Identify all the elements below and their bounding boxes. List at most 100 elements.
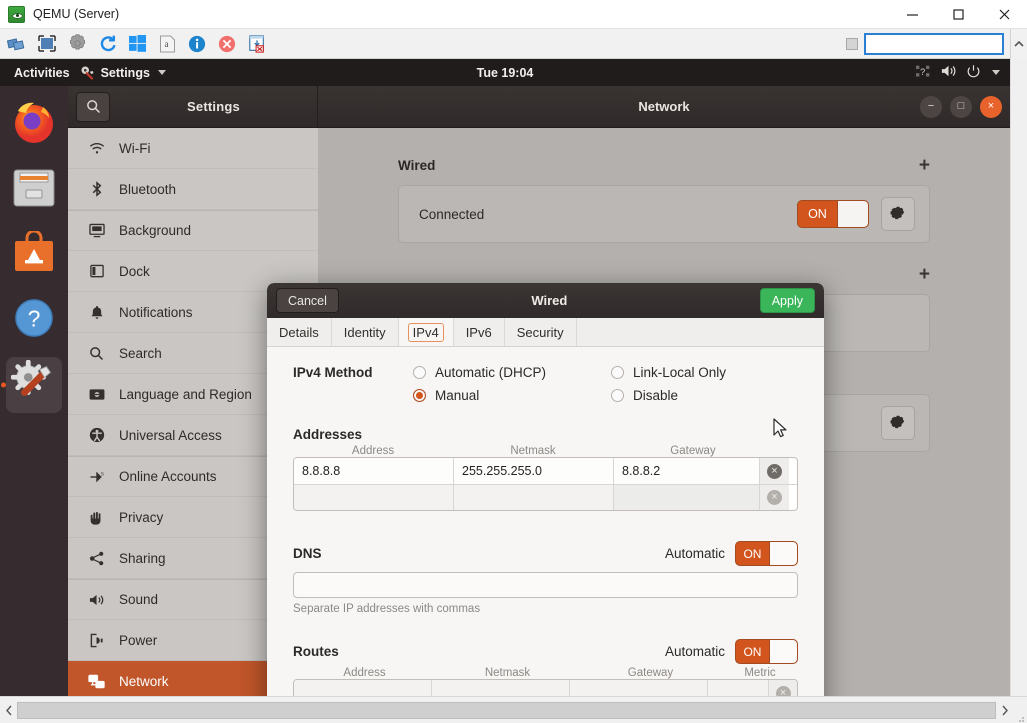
host-window-controls [889,0,1027,29]
close-red-icon[interactable] [214,32,240,56]
radio-automatic-dhcp[interactable]: Automatic (DHCP) [413,365,611,380]
settings-maximize-button[interactable]: □ [950,96,972,118]
host-maximize-button[interactable] [935,0,981,29]
table-row: × [294,484,797,510]
toolbar-small-box[interactable] [846,38,858,50]
host-title-group: QEMU (Server) [0,6,889,23]
toggle-knob [769,542,797,565]
dock-icon [88,264,105,279]
settings-gear-icon[interactable] [64,32,90,56]
text-page-icon[interactable]: a [154,32,180,56]
power-icon [966,64,981,82]
accessibility-icon [88,427,105,443]
col-header-gateway: Gateway [579,667,722,679]
gateway-cell[interactable] [614,485,760,511]
scroll-right-arrow-icon[interactable] [996,697,1013,723]
search-button[interactable] [76,92,110,122]
route-gateway-cell[interactable] [570,680,708,696]
col-header-address: Address [293,445,453,457]
wired-connection-row[interactable]: Connected ON [398,185,930,243]
netmask-cell[interactable] [454,485,614,511]
volume-icon [940,64,957,81]
connection-toggle[interactable]: ON [797,200,869,228]
dock-item-help[interactable]: ? [6,292,62,348]
settings-close-button[interactable]: × [980,96,1002,118]
delete-route-button[interactable]: × [769,680,797,696]
table-row: × [294,680,797,696]
address-cell[interactable]: 8.8.8.8 [294,458,454,484]
tab-details[interactable]: Details [267,318,332,346]
dock-item-ubuntu-software[interactable] [6,227,62,283]
radio-disable[interactable]: Disable [611,388,726,403]
radio-label: Disable [633,388,678,403]
host-window-title: QEMU (Server) [33,7,119,21]
settings-window-controls: − □ × [920,96,1010,118]
scrollbar-thumb[interactable] [17,702,996,719]
host-address-entry[interactable] [864,33,1004,55]
system-tray[interactable]: ? [916,64,1010,82]
windows-icon[interactable] [124,32,150,56]
svg-text:a: a [164,39,168,49]
fullscreen-icon[interactable] [34,32,60,56]
sidebar-item-bluetooth[interactable]: Bluetooth [68,169,318,210]
tab-security[interactable]: Security [505,318,577,346]
app-menu-button[interactable]: Settings [80,65,166,80]
routes-title: Routes [293,644,339,659]
toggle-knob [837,201,868,227]
host-horizontal-scrollbar[interactable] [0,696,1027,723]
sidebar-item-label: Online Accounts [119,469,217,484]
tab-ipv4[interactable]: IPv4 [399,318,454,346]
scroll-left-arrow-icon[interactable] [0,697,17,723]
address-cell[interactable] [294,485,454,511]
dock-item-settings[interactable] [6,357,62,413]
routes-automatic-toggle[interactable]: ON [735,639,798,664]
netmask-cell[interactable]: 255.255.255.0 [454,458,614,484]
route-netmask-cell[interactable] [432,680,570,696]
scroll-up-arrow-icon[interactable] [1010,29,1027,59]
tab-ipv6[interactable]: IPv6 [454,318,505,346]
sidebar-item-wifi[interactable]: Wi-Fi [68,128,318,169]
dns-input[interactable] [293,572,798,598]
routes-column-headers: Address Netmask Gateway Metric [293,667,798,679]
refresh-icon[interactable] [94,32,120,56]
col-header-metric: Metric [722,667,798,679]
delete-address-button[interactable]: × [760,485,789,510]
language-icon [88,388,105,401]
dns-section-header: DNS Automatic ON [293,541,798,566]
tab-identity[interactable]: Identity [332,318,399,346]
dock-item-files[interactable] [6,162,62,218]
mouse-cursor [773,418,789,445]
apply-button[interactable]: Apply [760,288,815,313]
gateway-cell[interactable]: 8.8.8.2 [614,458,760,484]
screenshot-icon[interactable] [4,32,30,56]
privacy-hand-icon [88,510,105,525]
dns-automatic-toggle[interactable]: ON [735,541,798,566]
dock-item-firefox[interactable] [6,97,62,153]
cancel-button[interactable]: Cancel [276,288,339,313]
info-icon[interactable] [184,32,210,56]
settings-tools-icon [80,65,95,80]
third-settings-button[interactable] [881,406,915,440]
host-titlebar: QEMU (Server) [0,0,1027,29]
resize-grip-icon[interactable] [1013,697,1027,723]
ubuntu-dock: ? [0,86,68,696]
svg-text:?: ? [920,66,925,76]
connection-settings-button[interactable] [881,197,915,231]
sidebar-item-background[interactable]: Background [68,210,318,251]
activities-button[interactable]: Activities [0,59,80,86]
add-second-button[interactable]: + [919,265,930,284]
sound-icon [88,593,105,607]
route-address-cell[interactable] [294,680,432,696]
save-page-icon[interactable] [244,32,270,56]
add-wired-button[interactable]: + [919,156,930,175]
radio-link-local-only[interactable]: Link-Local Only [611,365,726,380]
host-minimize-button[interactable] [889,0,935,29]
settings-minimize-button[interactable]: − [920,96,942,118]
radio-manual[interactable]: Manual [413,388,611,403]
host-close-button[interactable] [981,0,1027,29]
delete-address-button[interactable]: × [760,458,789,484]
col-header-netmask: Netmask [436,667,579,679]
route-metric-cell[interactable] [708,680,769,696]
dns-hint: Separate IP addresses with commas [293,603,798,615]
wired-settings-dialog: Cancel Wired Apply Details Identity IPv4… [267,283,824,696]
